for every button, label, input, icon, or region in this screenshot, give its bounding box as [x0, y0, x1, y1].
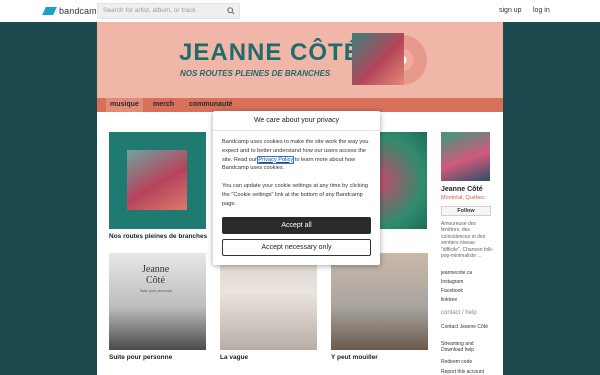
linktree-link[interactable]: linktree	[441, 297, 457, 303]
sign-up-link[interactable]: sign up	[499, 7, 522, 14]
contact-artist-link[interactable]: Contact Jeanne Côté	[441, 324, 497, 330]
privacy-policy-link[interactable]: Privacy Policy	[257, 155, 295, 164]
bandcamp-logo[interactable]: bandcamp	[42, 5, 102, 17]
cookie-dialog-text: Bandcamp uses cookies to make the site w…	[222, 139, 369, 172]
album-cover[interactable]	[220, 253, 317, 350]
album-title[interactable]: Nos routes pleines de branches	[109, 233, 207, 240]
album-title[interactable]: La vague	[220, 354, 248, 361]
album-cover[interactable]	[109, 132, 206, 229]
album-cover-text: Jeanne	[142, 264, 170, 275]
album-item[interactable]: Jeanne Côté Suite pour personne Suite po…	[109, 253, 206, 363]
tab-bar: musique merch communauté	[97, 98, 503, 112]
artist-bio: Amoureuse des fenêtres, des coïncidences…	[441, 221, 494, 260]
more-link[interactable]: ...	[477, 253, 481, 259]
album-item[interactable]: La vague	[220, 253, 317, 363]
banner-subtitle: NOS ROUTES PLEINES DE BRANCHES	[180, 69, 331, 78]
album-cover[interactable]: Jeanne Côté Suite pour personne	[109, 253, 206, 350]
cookie-settings-text: You can update your cookie settings at a…	[222, 183, 368, 207]
album-cover-text: Côté	[146, 275, 165, 286]
accept-all-button[interactable]: Accept all	[222, 217, 371, 234]
search-input[interactable]: Search for artist, album, or track	[97, 3, 240, 19]
bandcamp-logo-icon	[42, 7, 57, 15]
cookie-dialog: We care about your privacy Bandcamp uses…	[213, 111, 380, 265]
search-icon[interactable]	[227, 7, 235, 15]
album-item[interactable]: Y peut mouiller	[331, 253, 428, 363]
follow-button[interactable]: Follow	[441, 206, 491, 216]
website-link[interactable]: jeannecote.ca	[441, 270, 472, 276]
top-bar: bandcamp Search for artist, album, or tr…	[0, 0, 600, 22]
instagram-link[interactable]: Instagram	[441, 279, 463, 285]
album-title[interactable]: Y peut mouiller	[331, 354, 378, 361]
facebook-link[interactable]: Facebook	[441, 288, 463, 294]
album-cover[interactable]	[331, 253, 428, 350]
tab-merch[interactable]: merch	[153, 101, 174, 108]
album-cover-text: Suite pour personne	[140, 288, 173, 293]
tab-communaute[interactable]: communauté	[189, 101, 233, 108]
artist-location: Montréal, Québec	[441, 195, 485, 201]
report-account-link[interactable]: Report this account	[441, 369, 497, 375]
log-in-link[interactable]: log in	[533, 7, 550, 14]
banner-cover-image	[352, 33, 404, 85]
contact-heading: contact / help	[441, 310, 477, 316]
artist-photo[interactable]	[441, 132, 490, 181]
artist-banner[interactable]: JEANNE CÔTÉ NOS ROUTES PLEINES DE BRANCH…	[97, 22, 503, 98]
album-item[interactable]: Nos routes pleines de branches	[109, 132, 207, 250]
accept-necessary-button[interactable]: Accept necessary only	[222, 239, 371, 256]
artist-name: Jeanne Côté	[441, 186, 483, 193]
cookie-dialog-title: We care about your privacy	[213, 111, 380, 131]
banner-title: JEANNE CÔTÉ	[179, 39, 361, 66]
redeem-code-link[interactable]: Redeem code	[441, 359, 497, 365]
logo-label: bandcamp	[59, 6, 102, 16]
streaming-help-link[interactable]: Streaming and Download help	[441, 341, 497, 353]
tab-musique[interactable]: musique	[106, 98, 143, 112]
album-title[interactable]: Suite pour personne	[109, 354, 172, 361]
search-placeholder: Search for artist, album, or track	[103, 7, 196, 14]
